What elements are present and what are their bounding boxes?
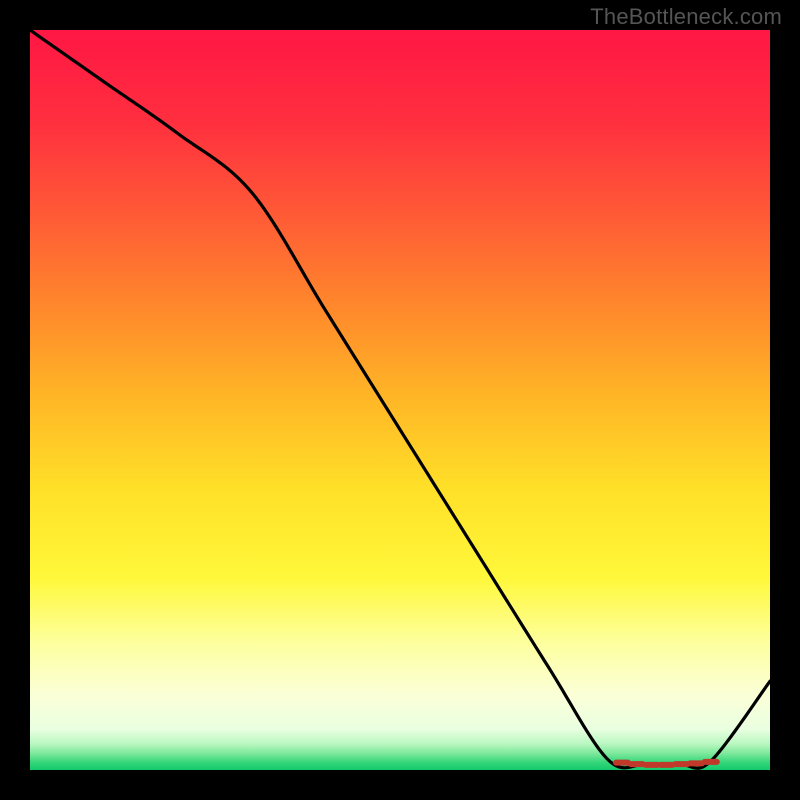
chart-container: TheBottleneck.com <box>0 0 800 800</box>
chart-svg <box>30 30 770 770</box>
optimal-markers <box>616 762 717 765</box>
gradient-background <box>30 30 770 770</box>
watermark-text: TheBottleneck.com <box>590 4 782 30</box>
chart-plot <box>30 30 770 770</box>
